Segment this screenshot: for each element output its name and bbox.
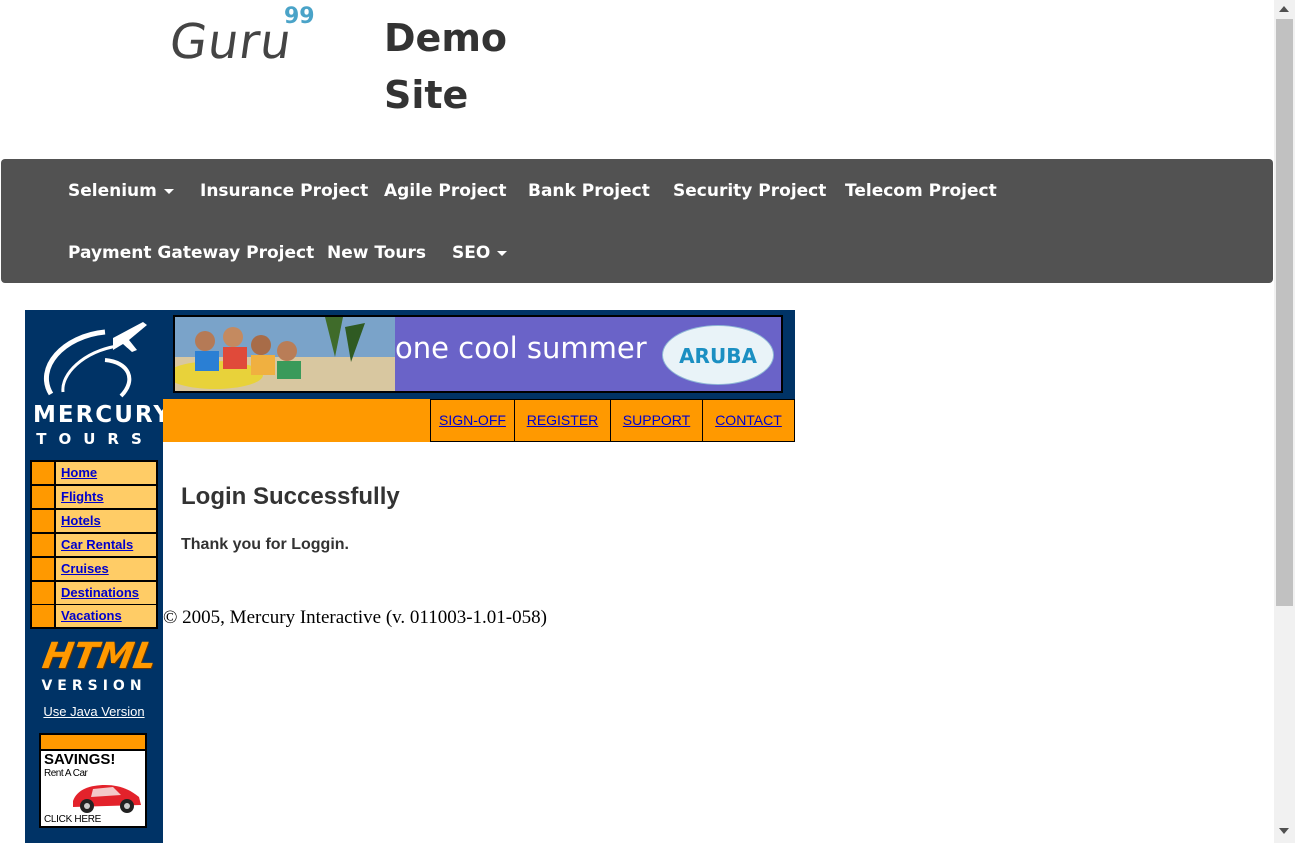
menu-link-cell: Home [56, 462, 156, 484]
nav-insurance-project[interactable]: Insurance Project [200, 181, 368, 201]
mercury-logo-line1: MERCURY [33, 402, 172, 428]
airplane-globe-icon [43, 322, 147, 398]
side-link-car-rentals[interactable]: Car Rentals [61, 537, 133, 552]
menu-link-cell: Vacations [56, 605, 156, 627]
mercury-tours-logo[interactable]: MERCURY TOURS [33, 316, 172, 448]
menu-bullet-cell [32, 510, 54, 532]
side-menu-row: Home [32, 462, 156, 484]
menu-link-cell: Destinations [56, 582, 156, 604]
support-cell: SUPPORT [610, 399, 703, 442]
menu-link-cell: Cruises [56, 558, 156, 580]
logo-superscript: 99 [284, 4, 315, 29]
html-version-line2: VERSION [41, 678, 147, 694]
ad-cta: CLICK HERE [44, 814, 102, 825]
side-link-vacations[interactable]: Vacations [61, 608, 122, 623]
side-link-home[interactable]: Home [61, 465, 97, 480]
side-link-destinations[interactable]: Destinations [61, 585, 139, 600]
menu-link-cell: Car Rentals [56, 534, 156, 556]
side-menu-row: Car Rentals [32, 534, 156, 556]
side-menu-row: Flights [32, 486, 156, 508]
html-version-line1: HTML [39, 636, 161, 677]
side-menu-row: Cruises [32, 558, 156, 580]
contact-cell: CONTACT [702, 399, 795, 442]
page-heading: Login Successfully [181, 483, 400, 510]
copyright-text: © 2005, Mercury Interactive (v. 011003-1… [163, 607, 547, 628]
side-menu-row: Vacations [32, 605, 156, 627]
menu-link-cell: Hotels [56, 510, 156, 532]
aruba-brand: ARUBA [679, 344, 757, 368]
vertical-scrollbar[interactable] [1274, 0, 1295, 843]
scrollbar-thumb[interactable] [1276, 19, 1293, 606]
html-version-badge: HTML VERSION [35, 636, 160, 700]
savings-rent-a-car-ad[interactable]: SAVINGS! Rent A Car CLICK HERE [39, 733, 147, 828]
aruba-banner-ad[interactable]: one cool summer ARUBA [173, 315, 783, 393]
site-title-line1: Demo [384, 16, 508, 60]
nav-new-tours[interactable]: New Tours [327, 243, 426, 263]
side-link-flights[interactable]: Flights [61, 489, 104, 504]
left-sidebar: MERCURY TOURS Home Flights Hotels Car Re… [25, 310, 172, 843]
beach-photo-icon [175, 317, 395, 391]
menu-bullet-cell [32, 558, 54, 580]
side-menu-row: Destinations [32, 582, 156, 604]
nav-agile-project[interactable]: Agile Project [384, 181, 507, 201]
menu-bullet-cell [32, 486, 54, 508]
menu-link-cell: Flights [56, 486, 156, 508]
success-message: Thank you for Loggin. [181, 536, 349, 553]
side-link-hotels[interactable]: Hotels [61, 513, 101, 528]
register-link[interactable]: REGISTER [515, 412, 610, 428]
use-java-version-link[interactable]: Use Java Version [25, 704, 163, 719]
site-title-line2: Site [384, 73, 469, 117]
nav-bank-project[interactable]: Bank Project [528, 181, 650, 201]
sign-off-cell: SIGN-OFF [430, 399, 515, 442]
side-link-cruises[interactable]: Cruises [61, 561, 109, 576]
chevron-down-icon [497, 250, 508, 256]
logo-word: Guru [166, 14, 296, 70]
nav-telecom-project[interactable]: Telecom Project [845, 181, 997, 201]
banner-strip: one cool summer ARUBA [163, 310, 795, 399]
main-navbar: Selenium Insurance Project Agile Project… [1, 159, 1273, 283]
menu-bullet-cell [32, 582, 54, 604]
menu-bullet-cell [32, 605, 54, 627]
guru99-logo[interactable]: Guru 99 [166, 4, 320, 74]
register-cell: REGISTER [514, 399, 611, 442]
support-link[interactable]: SUPPORT [611, 412, 702, 428]
scroll-up-arrow-icon[interactable] [1279, 6, 1289, 12]
site-title: Demo Site [384, 10, 544, 124]
chevron-down-icon [163, 188, 174, 194]
sign-off-link[interactable]: SIGN-OFF [431, 412, 514, 428]
banner-text: one cool summer [395, 331, 647, 365]
ad-headline: SAVINGS! [44, 751, 116, 768]
nav-payment-gateway-project[interactable]: Payment Gateway Project [68, 243, 314, 263]
menu-bullet-cell [32, 462, 54, 484]
side-menu-row: Hotels [32, 510, 156, 532]
menu-bullet-cell [32, 534, 54, 556]
red-car-icon [73, 785, 141, 813]
content-column: one cool summer ARUBA SIGN-OFF REGISTER … [163, 310, 795, 843]
scroll-down-arrow-icon[interactable] [1279, 828, 1289, 834]
mercury-tours-frame: MERCURY TOURS Home Flights Hotels Car Re… [25, 310, 795, 843]
nav-selenium[interactable]: Selenium [68, 181, 174, 201]
nav-security-project[interactable]: Security Project [673, 181, 826, 201]
ad-top-strip [41, 735, 145, 751]
nav-seo-label: SEO [452, 243, 491, 263]
contact-link[interactable]: CONTACT [703, 412, 794, 428]
nav-selenium-label: Selenium [68, 181, 157, 201]
aruba-logo: ARUBA [662, 325, 774, 385]
side-menu: Home Flights Hotels Car Rentals Cruises … [30, 460, 158, 629]
mercury-logo-line2: TOURS [36, 430, 154, 448]
nav-seo[interactable]: SEO [452, 243, 508, 263]
